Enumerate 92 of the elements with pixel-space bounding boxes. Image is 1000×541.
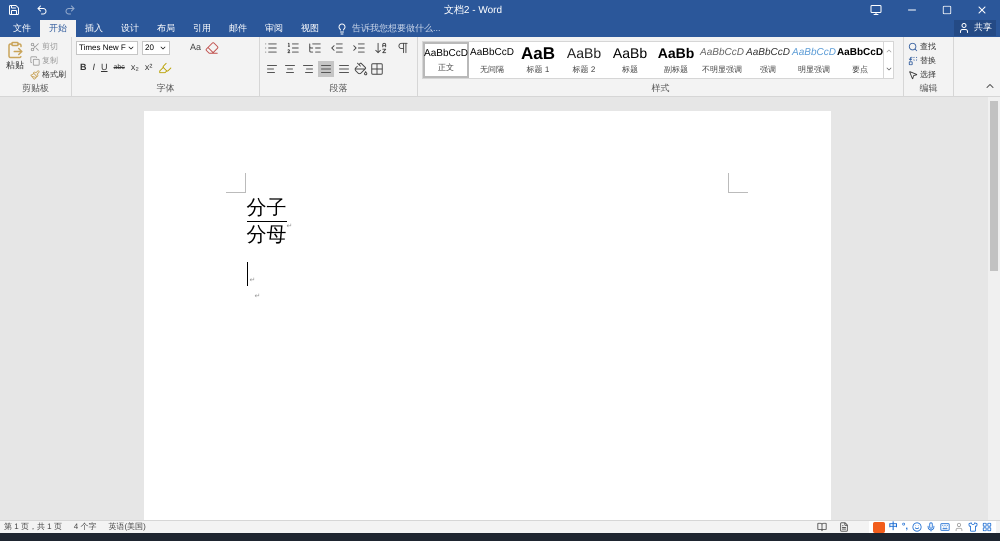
tell-me-field[interactable]: 告诉我您想要做什么...	[352, 22, 472, 36]
style-gallery-item[interactable]: AaBbCcD 明显强调	[791, 42, 837, 78]
save-icon[interactable]	[8, 4, 20, 16]
increase-indent-icon[interactable]	[352, 41, 366, 55]
status-text: 4 个字	[74, 521, 96, 533]
decrease-indent-icon[interactable]	[330, 41, 344, 55]
style-gallery-item[interactable]: AaBbCcD 不明显强调	[699, 42, 745, 78]
select-button[interactable]: 选择	[908, 69, 936, 81]
align-icon	[338, 63, 350, 75]
italic-button[interactable]: I	[92, 61, 96, 75]
status-text: 第 1 页，共 1 页	[4, 521, 62, 533]
scissors-icon	[30, 42, 40, 52]
dropdown-icon	[159, 44, 167, 52]
style-gallery-item[interactable]: AaBbCcD 无间隔	[469, 42, 515, 78]
subscript-button[interactable]: x₂	[130, 61, 139, 75]
font-name-field[interactable]: Times New F	[76, 41, 138, 55]
group-label: 样式	[652, 82, 670, 95]
lightbulb-icon	[336, 22, 348, 34]
restore-icon[interactable]	[942, 5, 952, 15]
superscript-button[interactable]: x²	[144, 61, 152, 75]
shirt-icon[interactable]	[968, 522, 978, 532]
style-gallery-item[interactable]: AaBb 副标题	[653, 42, 699, 78]
underline-button[interactable]: U	[101, 61, 108, 75]
scroll-down-icon[interactable]	[884, 65, 892, 73]
multilevel-list-icon[interactable]	[308, 41, 322, 55]
undo-icon[interactable]	[36, 4, 48, 16]
style-gallery-item[interactable]: AaBbCcD 正文	[423, 42, 469, 78]
align-icon	[320, 63, 332, 75]
pointer-icon	[908, 70, 918, 80]
ribbon-tab[interactable]: 开始	[40, 20, 76, 37]
ime-logo-icon[interactable]	[872, 522, 885, 532]
status-text: 英语(美国)	[108, 521, 146, 533]
scroll-up-icon[interactable]	[884, 47, 892, 55]
close-icon[interactable]	[976, 4, 988, 16]
replace-button[interactable]: 替换	[908, 55, 936, 67]
shading-icon[interactable]	[354, 62, 368, 76]
style-gallery-item[interactable]: AaBbCcD 要点	[837, 42, 883, 78]
case-button[interactable]: Aa	[190, 41, 202, 55]
sort-icon[interactable]	[374, 41, 388, 55]
print-layout-icon[interactable]	[838, 522, 849, 532]
clear-format-icon[interactable]	[205, 41, 220, 55]
copy-icon	[30, 56, 40, 66]
pilcrow-icon[interactable]	[396, 41, 410, 55]
ribbon-tab[interactable]: 设计	[112, 20, 148, 37]
group-label: 剪贴板	[22, 82, 49, 95]
ime-button[interactable]: °,	[902, 520, 908, 534]
ribbon-tab[interactable]: 邮件	[220, 20, 256, 37]
align-icon	[302, 63, 314, 75]
margin-corner-drawing	[728, 173, 748, 193]
dropdown-icon	[127, 44, 135, 52]
fraction: 分子 分母	[246, 196, 286, 248]
format-painter-button[interactable]: 格式刷	[30, 69, 66, 81]
search-icon	[908, 42, 918, 52]
style-gallery-item[interactable]: AaBb 标题	[607, 42, 653, 78]
microphone-icon[interactable]	[926, 522, 936, 532]
group-label: 编辑	[920, 82, 938, 95]
emoji-icon[interactable]	[912, 522, 922, 532]
window-title: 文档2 - Word	[444, 4, 502, 18]
display-options-icon[interactable]	[870, 4, 882, 16]
font-size-field[interactable]: 20	[142, 41, 170, 55]
style-gallery-item[interactable]: AaBbCcD 强调	[745, 42, 791, 78]
ribbon-tab[interactable]: 审阅	[256, 20, 292, 37]
find-button[interactable]: 查找	[908, 41, 936, 53]
ribbon-tab[interactable]: 引用	[184, 20, 220, 37]
bold-button[interactable]: B	[80, 61, 86, 75]
ribbon-tab[interactable]: 插入	[76, 20, 112, 37]
text-cursor	[246, 262, 248, 286]
group-label: 字体	[156, 82, 174, 95]
style-gallery-item[interactable]: AaB 标题 1	[515, 42, 561, 78]
margin-corner-drawing	[226, 173, 246, 193]
ribbon-tab[interactable]: 文件	[4, 20, 40, 37]
share-button[interactable]: 共享	[954, 20, 996, 36]
align-icon	[284, 63, 296, 75]
vertical-scrollbar[interactable]	[988, 97, 1000, 520]
borders-icon[interactable]	[370, 62, 384, 76]
group-label: 段落	[330, 82, 348, 95]
numbering-icon[interactable]	[286, 41, 300, 55]
ribbon-tab[interactable]: 视图	[292, 20, 328, 37]
person-icon	[958, 22, 970, 34]
replace-icon	[908, 56, 918, 66]
paste-button[interactable]: 粘贴	[4, 41, 26, 82]
read-mode-icon[interactable]	[816, 522, 827, 532]
align-icon	[266, 63, 278, 75]
paintbrush-icon	[30, 70, 40, 80]
style-gallery-item[interactable]: AaBb 标题 2	[561, 42, 607, 78]
ime-button[interactable]: 中	[888, 520, 898, 534]
clipboard-icon	[6, 41, 24, 59]
keyboard-icon[interactable]	[940, 522, 950, 532]
align-button[interactable]	[318, 61, 334, 77]
grid-icon[interactable]	[982, 522, 992, 532]
ribbon-tab[interactable]: 布局	[148, 20, 184, 37]
user-icon[interactable]	[954, 522, 964, 532]
